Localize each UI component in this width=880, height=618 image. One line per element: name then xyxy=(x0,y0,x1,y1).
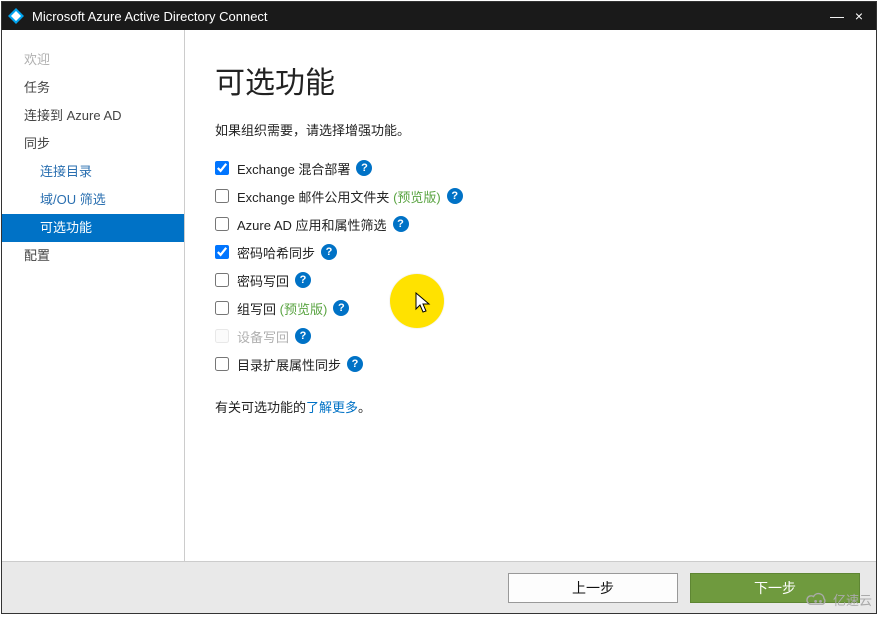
sidebar-item-welcome[interactable]: 欢迎 xyxy=(2,46,184,74)
option-directory-extension-attr-sync: 目录扩展属性同步 ? xyxy=(215,353,846,375)
checkbox-password-writeback[interactable] xyxy=(215,273,229,287)
help-icon[interactable]: ? xyxy=(333,300,349,316)
window-frame: Microsoft Azure Active Directory Connect… xyxy=(1,1,877,614)
checkbox-exchange-hybrid[interactable] xyxy=(215,161,229,175)
learn-more-suffix: 。 xyxy=(358,400,371,415)
help-icon[interactable]: ? xyxy=(321,244,337,260)
titlebar: Microsoft Azure Active Directory Connect… xyxy=(2,2,876,30)
content-area: 欢迎 任务 连接到 Azure AD 同步 连接目录 域/OU 筛选 可选功能 … xyxy=(2,30,876,561)
window-title: Microsoft Azure Active Directory Connect xyxy=(32,9,268,24)
learn-more-line: 有关可选功能的了解更多。 xyxy=(215,397,846,416)
sidebar-item-configure[interactable]: 配置 xyxy=(2,242,184,270)
page-subtitle: 如果组织需要，请选择增强功能。 xyxy=(215,120,846,139)
option-label-text: 组写回 xyxy=(237,302,276,317)
sidebar-item-label: 配置 xyxy=(24,248,50,263)
option-password-writeback: 密码写回 ? xyxy=(215,269,846,291)
option-label: 密码写回 xyxy=(237,271,289,290)
footer-bar: 上一步 下一步 xyxy=(2,561,876,613)
option-label-text: Exchange 邮件公用文件夹 xyxy=(237,190,389,205)
watermark: 亿速云 xyxy=(803,590,872,609)
option-label: 密码哈希同步 xyxy=(237,243,315,262)
close-button[interactable]: × xyxy=(848,8,870,24)
checkbox-directory-extension-attr-sync[interactable] xyxy=(215,357,229,371)
app-logo-icon xyxy=(8,8,24,24)
checkbox-exchange-public-folders[interactable] xyxy=(215,189,229,203)
watermark-cloud-icon xyxy=(803,591,831,609)
preview-badge: (预览版) xyxy=(393,190,441,205)
previous-button[interactable]: 上一步 xyxy=(508,573,678,603)
sidebar-item-label: 域/OU 筛选 xyxy=(40,192,106,207)
sidebar-item-label: 连接目录 xyxy=(40,164,92,179)
option-label: 目录扩展属性同步 xyxy=(237,355,341,374)
checkbox-azure-ad-app-attr-filtering[interactable] xyxy=(215,217,229,231)
sidebar-item-domain-ou-filtering[interactable]: 域/OU 筛选 xyxy=(2,186,184,214)
help-icon[interactable]: ? xyxy=(347,356,363,372)
option-label: Exchange 混合部署 xyxy=(237,159,350,178)
help-icon[interactable]: ? xyxy=(356,160,372,176)
page-title: 可选功能 xyxy=(215,58,846,102)
option-exchange-public-folders: Exchange 邮件公用文件夹 (预览版) ? xyxy=(215,185,846,207)
watermark-text: 亿速云 xyxy=(833,590,872,609)
preview-badge: (预览版) xyxy=(280,302,328,317)
option-azure-ad-app-attr-filtering: Azure AD 应用和属性筛选 ? xyxy=(215,213,846,235)
main-panel: 可选功能 如果组织需要，请选择增强功能。 Exchange 混合部署 ? Exc… xyxy=(185,30,876,561)
option-exchange-hybrid: Exchange 混合部署 ? xyxy=(215,157,846,179)
button-label: 上一步 xyxy=(572,578,614,598)
sidebar-item-tasks[interactable]: 任务 xyxy=(2,74,184,102)
help-icon[interactable]: ? xyxy=(447,188,463,204)
sidebar-item-label: 任务 xyxy=(24,80,50,95)
button-label: 下一步 xyxy=(754,578,796,598)
option-password-hash-sync: 密码哈希同步 ? xyxy=(215,241,846,263)
option-device-writeback: 设备写回 ? xyxy=(215,325,846,347)
sidebar-item-label: 可选功能 xyxy=(40,220,92,235)
sidebar-item-label: 连接到 Azure AD xyxy=(24,108,122,123)
option-label: 设备写回 xyxy=(237,327,289,346)
help-icon[interactable]: ? xyxy=(295,272,311,288)
checkbox-password-hash-sync[interactable] xyxy=(215,245,229,259)
sidebar: 欢迎 任务 连接到 Azure AD 同步 连接目录 域/OU 筛选 可选功能 … xyxy=(2,30,185,561)
sidebar-item-optional-features[interactable]: 可选功能 xyxy=(2,214,184,242)
help-icon[interactable]: ? xyxy=(295,328,311,344)
minimize-button[interactable]: — xyxy=(826,8,848,24)
sidebar-item-label: 同步 xyxy=(24,136,50,151)
option-label: Azure AD 应用和属性筛选 xyxy=(237,215,387,234)
checkbox-device-writeback xyxy=(215,329,229,343)
checkbox-group-writeback[interactable] xyxy=(215,301,229,315)
option-group-writeback: 组写回 (预览版) ? xyxy=(215,297,846,319)
sidebar-item-label: 欢迎 xyxy=(24,52,50,67)
option-label: 组写回 (预览版) xyxy=(237,299,327,318)
help-icon[interactable]: ? xyxy=(393,216,409,232)
learn-more-prefix: 有关可选功能的 xyxy=(215,400,306,415)
option-label: Exchange 邮件公用文件夹 (预览版) xyxy=(237,187,441,206)
sidebar-item-sync[interactable]: 同步 xyxy=(2,130,184,158)
sidebar-item-connect-directories[interactable]: 连接目录 xyxy=(2,158,184,186)
learn-more-link[interactable]: 了解更多 xyxy=(306,400,358,415)
sidebar-item-connect-azure-ad[interactable]: 连接到 Azure AD xyxy=(2,102,184,130)
